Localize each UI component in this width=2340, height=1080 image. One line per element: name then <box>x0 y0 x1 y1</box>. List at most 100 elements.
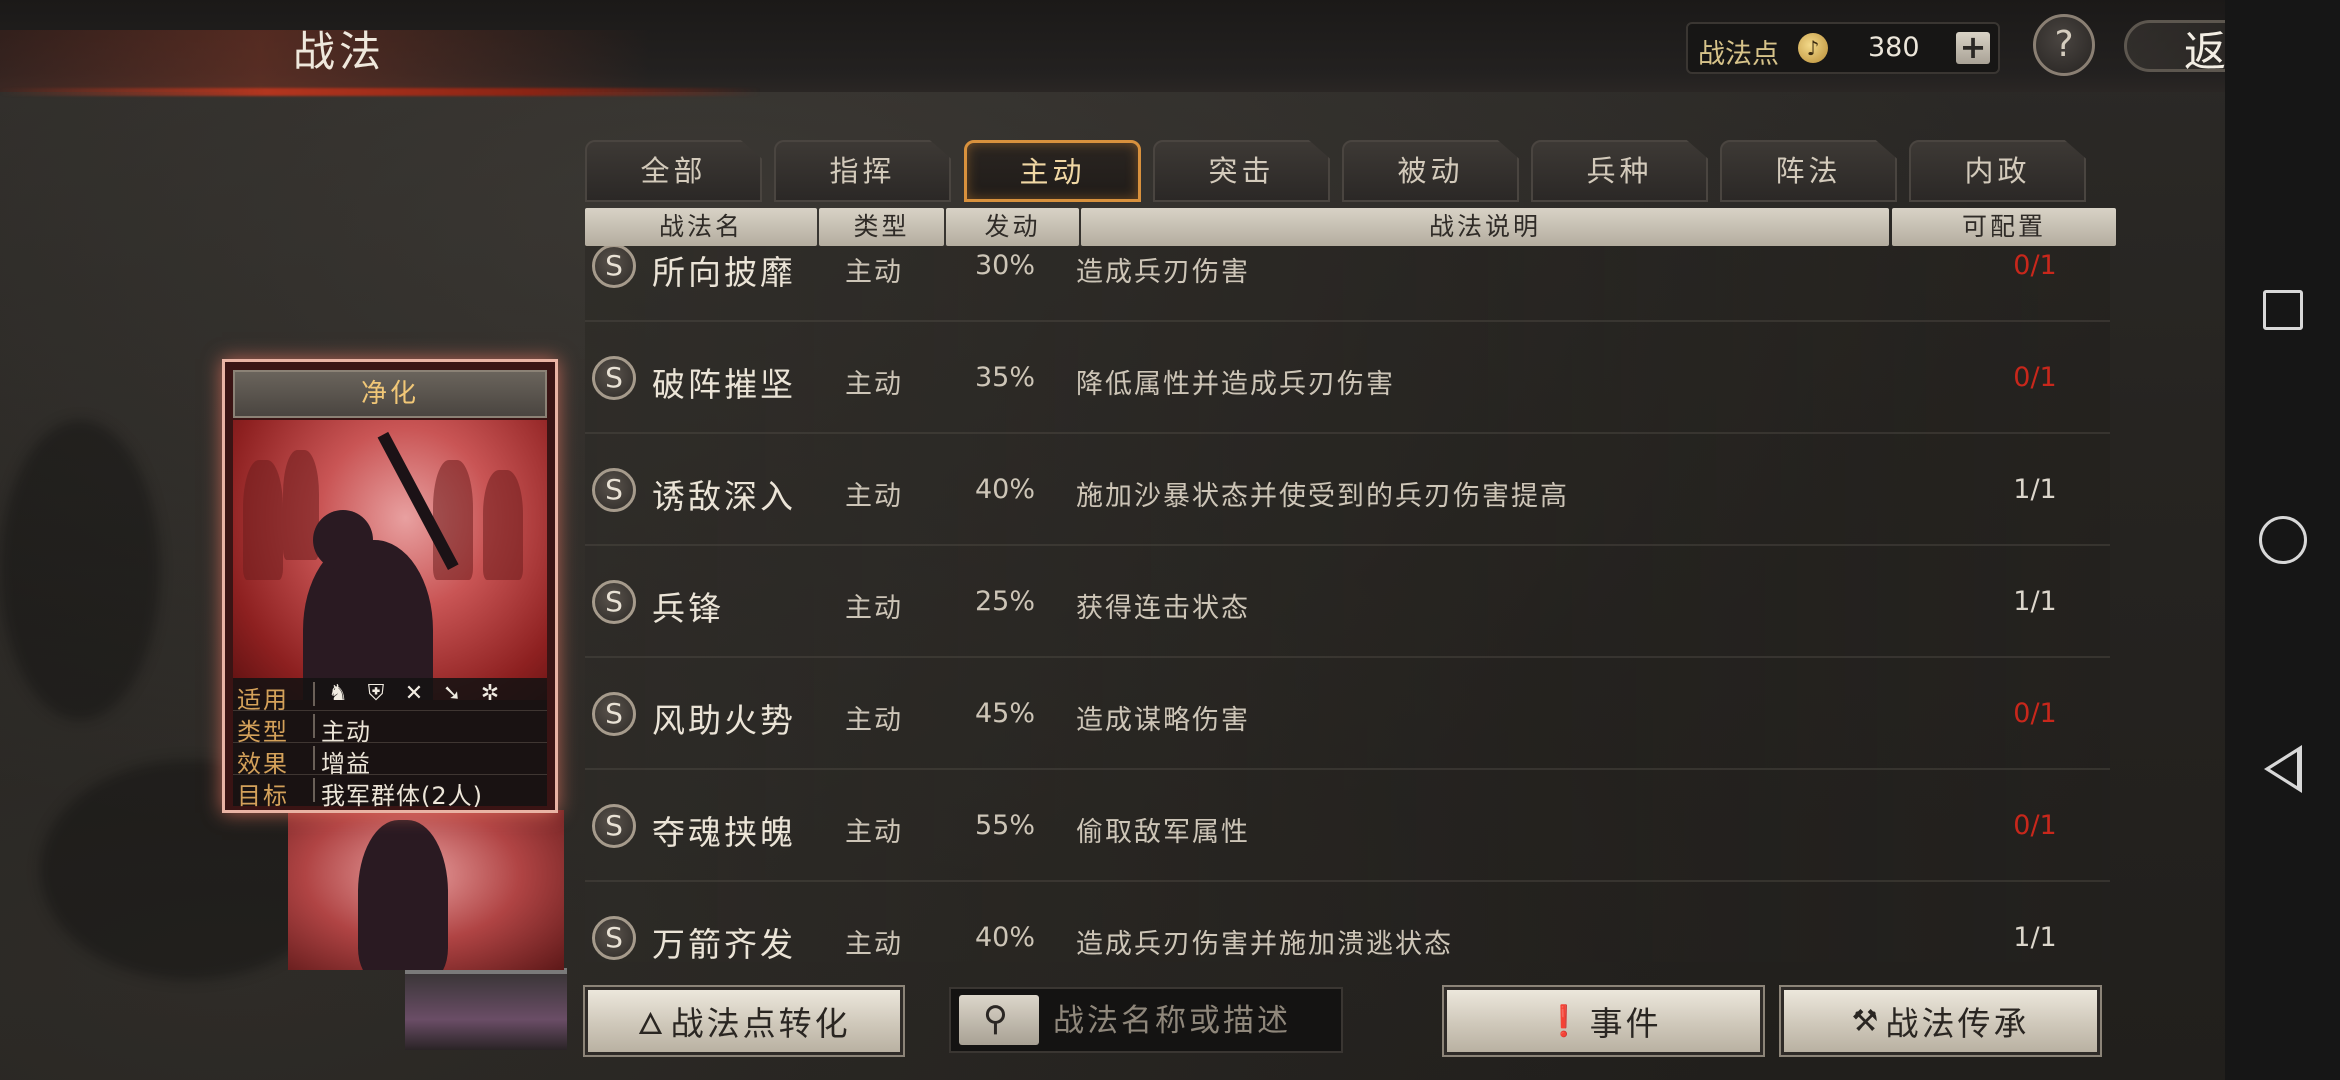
grade-s-badge: S <box>592 580 636 624</box>
card-art-soldier <box>483 470 523 580</box>
tactic-type: 主动 <box>845 369 903 400</box>
card-info-panel: 适用 ♞ ⛨ ✕ ➘ ✲ 类型 主动 效果 增益 目标 我军群体(2人) <box>233 678 547 810</box>
cavalry-icon: ♞ <box>328 681 348 706</box>
tactic-description: 造成兵刃伤害并施加溃逃状态 <box>1076 929 1453 960</box>
tactic-availability: 1/1 <box>2013 474 2057 505</box>
card-art-warrior <box>303 540 433 700</box>
tactic-availability: 0/1 <box>2013 810 2057 841</box>
events-button[interactable]: ❗ 事件 <box>1442 985 1765 1057</box>
grade-s-badge: S <box>592 468 636 512</box>
tactic-rate: 45% <box>975 698 1036 729</box>
grade-s-badge: S <box>592 356 636 400</box>
tactic-card-stacked[interactable] <box>405 968 567 1050</box>
convert-points-button[interactable]: 🜂 战法点转化 <box>583 985 905 1057</box>
divider <box>313 682 315 706</box>
tactic-description: 获得连击状态 <box>1076 593 1250 624</box>
tab-command[interactable]: 指挥 <box>774 140 951 202</box>
search-icon: ⚲ <box>983 999 1008 1039</box>
tactic-availability: 1/1 <box>2013 586 2057 617</box>
grade-s-badge: S <box>592 804 636 848</box>
tab-formation[interactable]: 阵法 <box>1720 140 1897 202</box>
tab-all[interactable]: 全部 <box>585 140 762 202</box>
tactic-name: 破阵摧坚 <box>652 365 796 404</box>
card-info-row: 目标 我军群体(2人) <box>233 774 547 810</box>
tactic-row[interactable]: S 破阵摧坚 主动 35% 降低属性并造成兵刃伤害 0/1 <box>585 322 2110 434</box>
tactic-row[interactable]: S 夺魂挟魄 主动 55% 偷取敌军属性 0/1 <box>585 770 2110 882</box>
tactic-points-panel: 战法点 ♪ 380 + <box>1686 22 2000 74</box>
tab-active[interactable]: 主动 <box>964 140 1141 202</box>
tactic-type: 主动 <box>845 257 903 288</box>
system-back-button[interactable] <box>2225 724 2340 814</box>
tactic-rate: 40% <box>975 474 1036 505</box>
tab-internal-affairs[interactable]: 内政 <box>1909 140 2086 202</box>
tactic-row[interactable]: S 所向披靡 主动 30% 造成兵刃伤害 0/1 <box>585 246 2110 322</box>
applicable-units: ♞ ⛨ ✕ ➘ ✲ <box>325 682 503 706</box>
grade-s-badge: S <box>592 246 636 288</box>
tactic-description: 造成兵刃伤害 <box>1076 257 1250 288</box>
column-header-rate[interactable]: 发动 <box>946 208 1079 246</box>
top-bar: 战法 战法点 ♪ 380 + ? 返回 <box>0 0 2330 92</box>
tactic-row[interactable]: S 兵锋 主动 25% 获得连击状态 1/1 <box>585 546 2110 658</box>
divider <box>313 714 315 738</box>
hammer-icon: ⚒ <box>1851 1003 1882 1039</box>
inherit-tactic-button[interactable]: ⚒ 战法传承 <box>1779 985 2102 1057</box>
table-header: 战法名 类型 发动 战法说明 可配置 <box>585 208 2116 246</box>
add-points-button[interactable]: + <box>1956 31 1990 64</box>
recent-apps-button[interactable] <box>2225 265 2340 355</box>
tactic-type: 主动 <box>845 705 903 736</box>
tactic-description: 造成谋略伤害 <box>1076 705 1250 736</box>
tactic-name: 诱敌深入 <box>652 477 796 516</box>
triangle-back-icon <box>2263 745 2302 793</box>
flame-icon: 🜂 <box>637 1006 667 1042</box>
search-button[interactable]: ⚲ <box>959 995 1039 1045</box>
column-header-type[interactable]: 类型 <box>819 208 944 246</box>
card-info-value: 我军群体(2人) <box>321 782 483 810</box>
tactic-row[interactable]: S 万箭齐发 主动 40% 造成兵刃伤害并施加溃逃状态 1/1 <box>585 882 2110 962</box>
card-info-row: 适用 ♞ ⛨ ✕ ➘ ✲ <box>233 678 547 714</box>
tactic-point-coin-icon: ♪ <box>1798 33 1828 63</box>
tactic-rate: 40% <box>975 922 1036 953</box>
tab-passive[interactable]: 被动 <box>1342 140 1519 202</box>
tactic-availability: 0/1 <box>2013 250 2057 281</box>
events-label: 事件 <box>1589 1004 1662 1043</box>
tactic-rate: 55% <box>975 810 1036 841</box>
tactic-card-stacked[interactable] <box>288 810 564 970</box>
selected-tactic-card[interactable]: 净化 适用 ♞ ⛨ ✕ ➘ ✲ 类型 主动 效果 增益 目标 我军群体(2人) <box>222 359 558 813</box>
circle-icon <box>2258 516 2307 564</box>
tab-assault[interactable]: 突击 <box>1153 140 1330 202</box>
search-input[interactable] <box>1051 995 1339 1047</box>
help-button[interactable]: ? <box>2033 14 2095 76</box>
tactic-availability: 0/1 <box>2013 362 2057 393</box>
tactic-rate: 25% <box>975 586 1036 617</box>
tactic-points-label: 战法点 <box>1698 39 1779 70</box>
tactics-list[interactable]: S 所向披靡 主动 30% 造成兵刃伤害 0/1 S 破阵摧坚 主动 35% 降… <box>585 246 2110 962</box>
tactic-name: 兵锋 <box>652 589 724 628</box>
square-icon <box>2262 290 2303 330</box>
tactic-description: 降低属性并造成兵刃伤害 <box>1076 369 1395 400</box>
tactic-type: 主动 <box>845 593 903 624</box>
card-info-row: 类型 主动 <box>233 710 547 746</box>
spear-icon: ➘ <box>442 681 462 706</box>
convert-points-label: 战法点转化 <box>670 1004 851 1043</box>
tactic-rate: 30% <box>975 250 1036 281</box>
tactic-name: 风助火势 <box>652 701 796 740</box>
tactic-type: 主动 <box>845 817 903 848</box>
column-header-available[interactable]: 可配置 <box>1892 208 2116 246</box>
card-title-bar: 净化 <box>233 370 547 418</box>
divider <box>313 746 315 770</box>
tactic-row[interactable]: S 诱敌深入 主动 40% 施加沙暴状态并使受到的兵刃伤害提高 1/1 <box>585 434 2110 546</box>
column-header-description: 战法说明 <box>1081 208 1889 246</box>
app-root: 战法 战法点 ♪ 380 + ? 返回 全部 指挥 主动 突击 被动 兵种 阵法… <box>0 0 2340 1080</box>
tactic-row[interactable]: S 风助火势 主动 45% 造成谋略伤害 0/1 <box>585 658 2110 770</box>
event-icon: ❗ <box>1545 1003 1586 1039</box>
page-title: 战法 <box>293 27 386 76</box>
tactic-type: 主动 <box>845 481 903 512</box>
inherit-tactic-label: 战法传承 <box>1885 1004 2030 1043</box>
home-button[interactable] <box>2225 495 2340 585</box>
tactic-name: 所向披靡 <box>652 253 796 292</box>
column-header-name[interactable]: 战法名 <box>585 208 817 246</box>
tab-troop-type[interactable]: 兵种 <box>1531 140 1708 202</box>
tactic-type: 主动 <box>845 929 903 960</box>
grade-s-badge: S <box>592 692 636 736</box>
background-decoration <box>0 420 160 720</box>
